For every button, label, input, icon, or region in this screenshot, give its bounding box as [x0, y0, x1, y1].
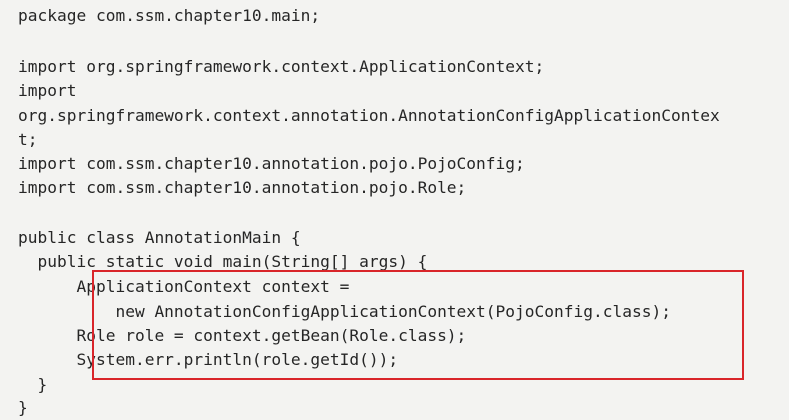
code-line-4: import: [18, 81, 77, 100]
code-line-8: import com.ssm.chapter10.annotation.pojo…: [18, 178, 467, 197]
code-line-7: import com.ssm.chapter10.annotation.pojo…: [18, 154, 525, 173]
code-line-6: t;: [18, 130, 38, 149]
code-line-16: }: [18, 375, 48, 394]
code-line-11: public static void main(String[] args) {: [18, 252, 428, 271]
code-line-3: import org.springframework.context.Appli…: [18, 57, 545, 76]
code-line-17: }: [18, 398, 28, 417]
code-line-1: package com.ssm.chapter10.main;: [18, 6, 321, 25]
code-line-5: org.springframework.context.annotation.A…: [18, 106, 720, 125]
code-line-10: public class AnnotationMain {: [18, 228, 301, 247]
highlight-box: [92, 270, 744, 380]
document-page: package com.ssm.chapter10.main; import o…: [0, 0, 789, 420]
